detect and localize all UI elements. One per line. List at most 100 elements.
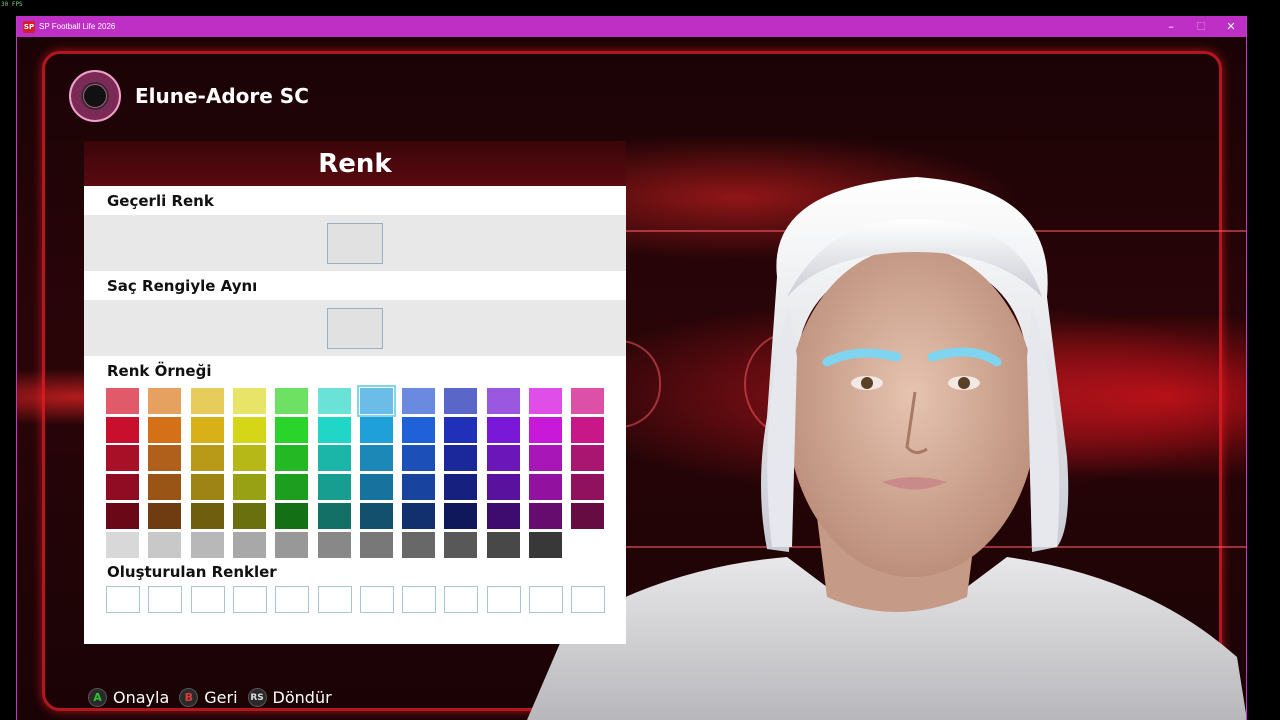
palette-swatch[interactable] xyxy=(529,531,562,558)
palette-swatch[interactable] xyxy=(232,502,266,529)
palette-swatch[interactable] xyxy=(317,502,351,529)
palette-swatch[interactable] xyxy=(275,502,309,529)
palette-swatch[interactable] xyxy=(359,445,393,472)
palette-swatch[interactable] xyxy=(444,445,478,472)
palette-swatch[interactable] xyxy=(402,445,436,472)
palette-swatch[interactable] xyxy=(529,502,562,529)
palette-swatch[interactable] xyxy=(486,502,520,529)
palette-swatch[interactable] xyxy=(232,388,266,414)
palette-swatch[interactable] xyxy=(148,531,182,558)
current-color-swatch[interactable] xyxy=(327,222,383,264)
palette-swatch[interactable] xyxy=(190,531,224,558)
palette-swatch[interactable] xyxy=(529,445,562,472)
palette-swatch[interactable] xyxy=(232,474,266,501)
created-color-slot[interactable] xyxy=(317,586,352,613)
palette-swatch[interactable] xyxy=(359,474,393,501)
hair-color-swatch[interactable] xyxy=(327,307,383,349)
palette-swatch[interactable] xyxy=(148,445,182,472)
created-color-slot[interactable] xyxy=(359,586,394,613)
palette-swatch[interactable] xyxy=(275,531,309,558)
palette-swatch[interactable] xyxy=(402,388,436,414)
created-color-slot[interactable] xyxy=(571,586,606,613)
palette-swatch[interactable] xyxy=(190,416,224,443)
palette-swatch[interactable] xyxy=(402,502,436,529)
palette-swatch[interactable] xyxy=(106,502,139,529)
confirm-prompt[interactable]: Onayla xyxy=(113,688,169,707)
palette-swatch[interactable] xyxy=(444,474,478,501)
color-panel: Renk Geçerli Renk Saç Rengiyle Aynı Renk… xyxy=(84,141,626,644)
palette-swatch[interactable] xyxy=(275,416,309,443)
button-prompts: A Onayla B Geri RS Döndür xyxy=(88,688,342,707)
palette-swatch[interactable] xyxy=(486,531,520,558)
palette-swatch[interactable] xyxy=(356,385,396,417)
palette-swatch[interactable] xyxy=(275,445,309,472)
palette-swatch[interactable] xyxy=(402,474,436,501)
palette-swatch[interactable] xyxy=(444,416,478,443)
created-color-slot[interactable] xyxy=(444,586,479,613)
minimize-button[interactable]: – xyxy=(1156,16,1186,37)
same-as-hair-row[interactable] xyxy=(84,300,626,356)
palette-swatch[interactable] xyxy=(571,445,605,472)
palette-swatch[interactable] xyxy=(486,474,520,501)
same-as-hair-label: Saç Rengiyle Aynı xyxy=(107,276,258,295)
palette-swatch[interactable] xyxy=(571,416,605,443)
palette-swatch[interactable] xyxy=(317,474,351,501)
palette-swatch[interactable] xyxy=(106,445,139,472)
a-button-icon[interactable]: A xyxy=(88,688,107,707)
palette-swatch[interactable] xyxy=(486,416,520,443)
created-color-slot[interactable] xyxy=(106,586,140,613)
created-color-slot[interactable] xyxy=(275,586,310,613)
palette-swatch[interactable] xyxy=(529,474,562,501)
palette-swatch[interactable] xyxy=(571,388,605,414)
palette-swatch[interactable] xyxy=(571,502,605,529)
created-color-slot[interactable] xyxy=(486,586,521,613)
palette-swatch[interactable] xyxy=(402,531,436,558)
palette-swatch[interactable] xyxy=(232,445,266,472)
created-color-slot[interactable] xyxy=(402,586,437,613)
created-color-slot[interactable] xyxy=(148,586,183,613)
palette-swatch[interactable] xyxy=(402,416,436,443)
palette-swatch[interactable] xyxy=(148,388,182,414)
palette-swatch[interactable] xyxy=(317,388,351,414)
palette-swatch[interactable] xyxy=(148,416,182,443)
color-palette xyxy=(84,385,626,558)
b-button-icon[interactable]: B xyxy=(179,688,199,707)
palette-swatch[interactable] xyxy=(486,388,520,414)
palette-swatch[interactable] xyxy=(317,445,351,472)
maximize-button[interactable]: ☐ xyxy=(1186,16,1216,37)
back-prompt[interactable]: Geri xyxy=(204,688,237,707)
current-color-row[interactable] xyxy=(84,215,626,271)
palette-swatch[interactable] xyxy=(275,388,309,414)
palette-swatch[interactable] xyxy=(444,388,478,414)
created-color-slot[interactable] xyxy=(190,586,225,613)
palette-swatch[interactable] xyxy=(486,445,520,472)
close-button[interactable]: ✕ xyxy=(1216,16,1246,37)
palette-swatch[interactable] xyxy=(190,388,224,414)
palette-swatch[interactable] xyxy=(148,502,182,529)
palette-swatch[interactable] xyxy=(190,445,224,472)
palette-swatch[interactable] xyxy=(317,416,351,443)
palette-swatch[interactable] xyxy=(275,474,309,501)
palette-swatch[interactable] xyxy=(444,531,478,558)
created-color-slot[interactable] xyxy=(232,586,267,613)
palette-swatch[interactable] xyxy=(571,474,605,501)
palette-swatch[interactable] xyxy=(106,474,139,501)
palette-swatch[interactable] xyxy=(106,416,139,443)
palette-swatch[interactable] xyxy=(232,416,266,443)
palette-swatch[interactable] xyxy=(148,474,182,501)
created-color-slot[interactable] xyxy=(529,586,563,613)
palette-swatch[interactable] xyxy=(359,502,393,529)
palette-swatch[interactable] xyxy=(359,531,393,558)
palette-swatch[interactable] xyxy=(190,474,224,501)
palette-swatch[interactable] xyxy=(317,531,351,558)
palette-swatch[interactable] xyxy=(359,416,393,443)
palette-swatch[interactable] xyxy=(529,388,562,414)
palette-swatch[interactable] xyxy=(444,502,478,529)
palette-swatch[interactable] xyxy=(232,531,266,558)
rs-button-icon[interactable]: RS xyxy=(247,688,267,707)
palette-swatch[interactable] xyxy=(106,531,139,558)
rotate-prompt[interactable]: Döndür xyxy=(273,688,332,707)
palette-swatch[interactable] xyxy=(190,502,224,529)
palette-swatch[interactable] xyxy=(106,388,139,414)
palette-swatch[interactable] xyxy=(529,416,562,443)
